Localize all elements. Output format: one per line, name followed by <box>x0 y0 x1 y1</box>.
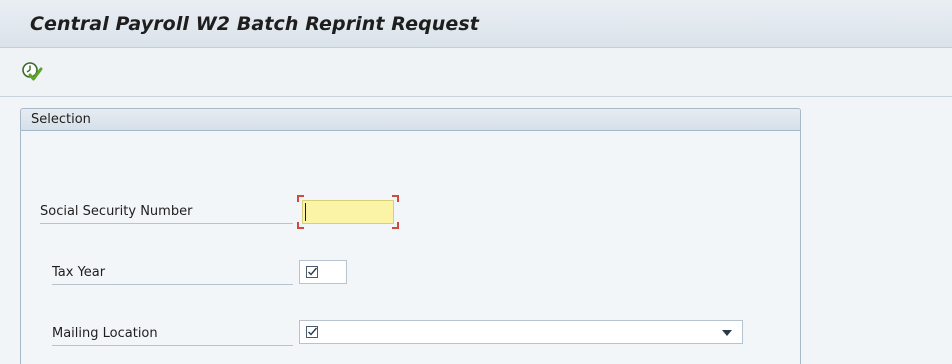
selection-group-header: Selection <box>21 109 800 131</box>
checkbox-required-icon <box>306 266 318 278</box>
selection-title: Selection <box>31 112 91 127</box>
page-title: Central Payroll W2 Batch Reprint Request <box>30 13 479 35</box>
title-bar: Central Payroll W2 Batch Reprint Request <box>0 0 952 48</box>
execute-clock-check-icon <box>22 62 43 81</box>
mailing-location-dropdown[interactable] <box>299 320 743 344</box>
execute-button[interactable] <box>20 60 44 82</box>
tax-year-input[interactable] <box>299 260 347 284</box>
mailing-location-label: Mailing Location <box>52 326 293 346</box>
chevron-down-icon[interactable] <box>722 330 732 336</box>
ssn-label: Social Security Number <box>40 204 293 224</box>
tax-year-label: Tax Year <box>52 265 293 285</box>
checkbox-required-icon <box>306 326 318 338</box>
ssn-input[interactable] <box>302 200 394 224</box>
toolbar <box>0 48 952 97</box>
text-cursor <box>305 203 306 221</box>
ssn-field-wrapper <box>297 195 399 229</box>
